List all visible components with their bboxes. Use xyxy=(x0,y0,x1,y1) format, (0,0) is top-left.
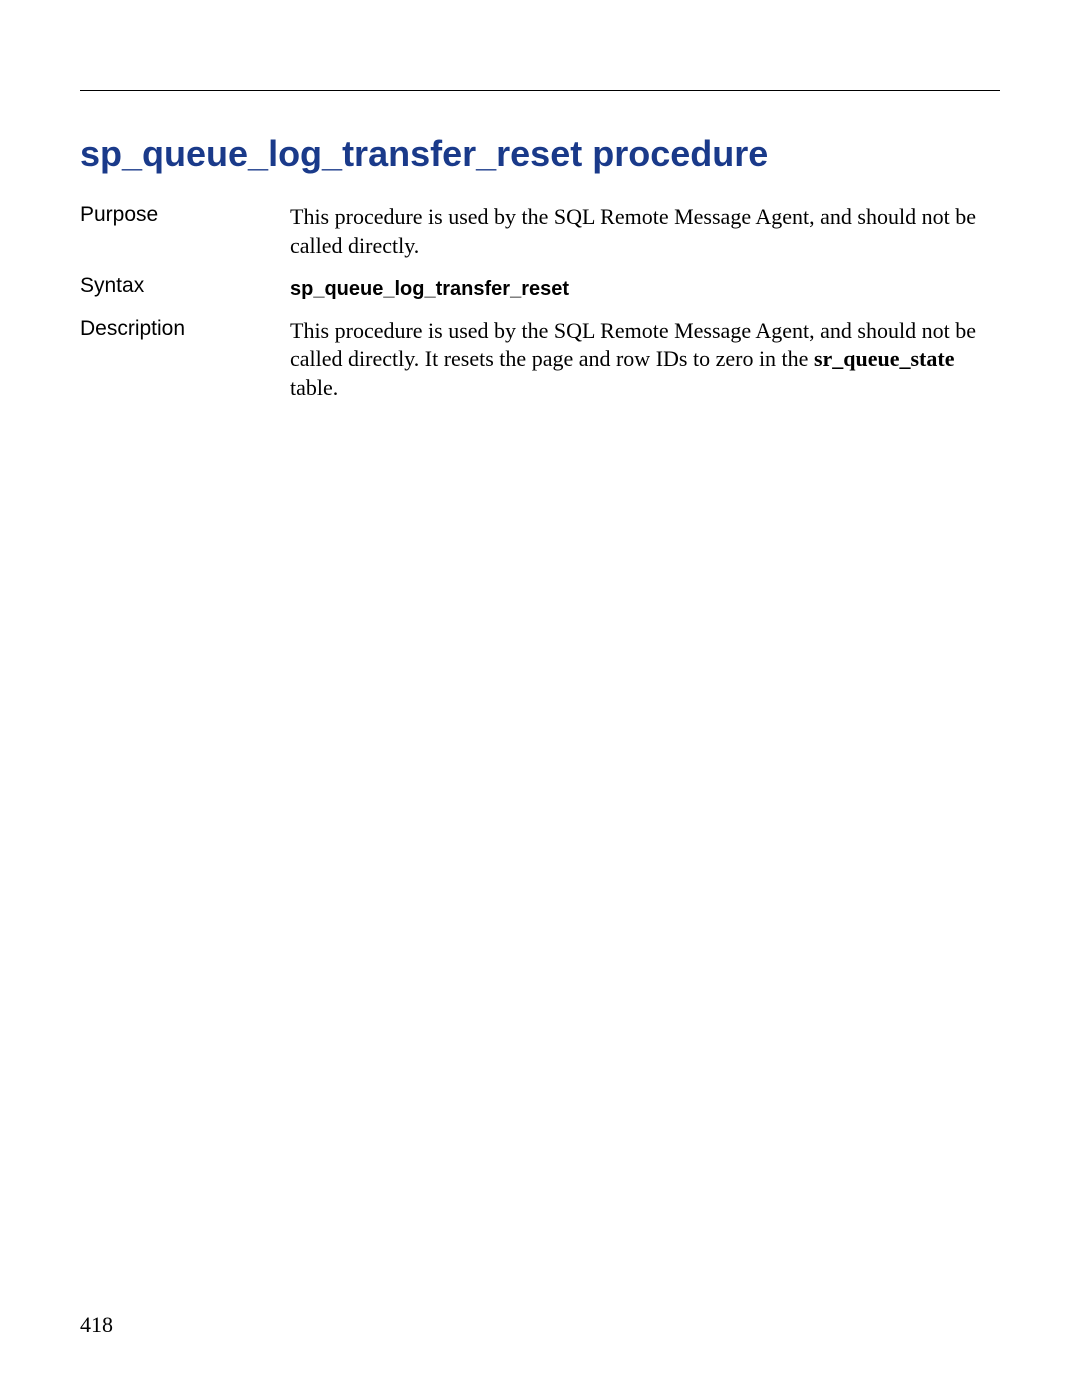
purpose-text: This procedure is used by the SQL Remote… xyxy=(290,203,1000,260)
page-number: 418 xyxy=(80,1312,113,1338)
syntax-text: sp_queue_log_transfer_reset xyxy=(290,278,569,300)
syntax-section: Syntax sp_queue_log_transfer_reset xyxy=(80,274,1000,303)
page-title: sp_queue_log_transfer_reset procedure xyxy=(80,133,1000,175)
description-label: Description xyxy=(80,317,290,341)
description-section: Description This procedure is used by th… xyxy=(80,317,1000,403)
syntax-content: sp_queue_log_transfer_reset xyxy=(290,274,1000,303)
description-part2: table. xyxy=(290,375,338,400)
syntax-label: Syntax xyxy=(80,274,290,298)
description-text: This procedure is used by the SQL Remote… xyxy=(290,317,1000,403)
header-rule xyxy=(80,90,1000,91)
description-bold: sr_queue_state xyxy=(814,346,955,371)
purpose-label: Purpose xyxy=(80,203,290,227)
purpose-section: Purpose This procedure is used by the SQ… xyxy=(80,203,1000,260)
